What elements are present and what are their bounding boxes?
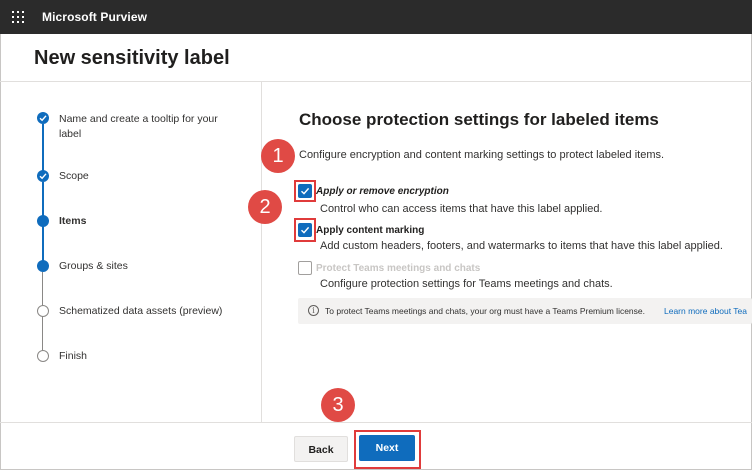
step-current-icon: [37, 215, 49, 227]
annotation-badge-3: 3: [321, 388, 355, 422]
content-marking-description: Add custom headers, footers, and waterma…: [320, 240, 723, 252]
encryption-label[interactable]: Apply or remove encryption: [316, 186, 449, 197]
teams-protection-description: Configure protection settings for Teams …: [320, 278, 613, 290]
step-complete-icon: [37, 170, 49, 182]
next-button[interactable]: Next: [359, 435, 415, 461]
encryption-description: Control who can access items that have t…: [320, 203, 603, 215]
step-complete-icon: [37, 112, 49, 124]
step-schematized-data[interactable]: Schematized data assets (preview): [59, 304, 234, 319]
encryption-checkbox[interactable]: [298, 184, 312, 198]
back-button[interactable]: Back: [294, 436, 348, 462]
info-icon: i: [308, 305, 319, 316]
step-finish[interactable]: Finish: [59, 349, 234, 364]
section-description: Configure encryption and content marking…: [299, 149, 665, 161]
step-upcoming-icon: [37, 305, 49, 317]
learn-more-link[interactable]: Learn more about Tea: [664, 306, 747, 316]
info-text: To protect Teams meetings and chats, you…: [325, 306, 645, 316]
step-items[interactable]: Items: [59, 214, 234, 229]
app-launcher-icon[interactable]: [12, 11, 24, 23]
annotation-badge-1: 1: [261, 139, 295, 173]
footer-divider: [0, 422, 752, 423]
step-upcoming-icon: [37, 260, 49, 272]
step-scope[interactable]: Scope: [59, 169, 234, 184]
section-heading: Choose protection settings for labeled i…: [299, 110, 659, 129]
annotation-badge-2: 2: [248, 190, 282, 224]
app-title[interactable]: Microsoft Purview: [42, 10, 147, 24]
top-bar: Microsoft Purview: [0, 0, 752, 34]
teams-protection-checkbox[interactable]: [298, 261, 312, 275]
wizard-steps: Name and create a tooltip for your label…: [0, 82, 262, 422]
content-marking-label[interactable]: Apply content marking: [316, 225, 424, 236]
page-title: New sensitivity label: [34, 47, 230, 69]
step-name-tooltip[interactable]: Name and create a tooltip for your label: [59, 112, 234, 142]
step-groups-sites[interactable]: Groups & sites: [59, 259, 234, 274]
info-message-bar: i To protect Teams meetings and chats, y…: [298, 298, 752, 324]
content-marking-checkbox[interactable]: [298, 223, 312, 237]
teams-protection-label: Protect Teams meetings and chats: [316, 263, 481, 274]
step-upcoming-icon: [37, 350, 49, 362]
